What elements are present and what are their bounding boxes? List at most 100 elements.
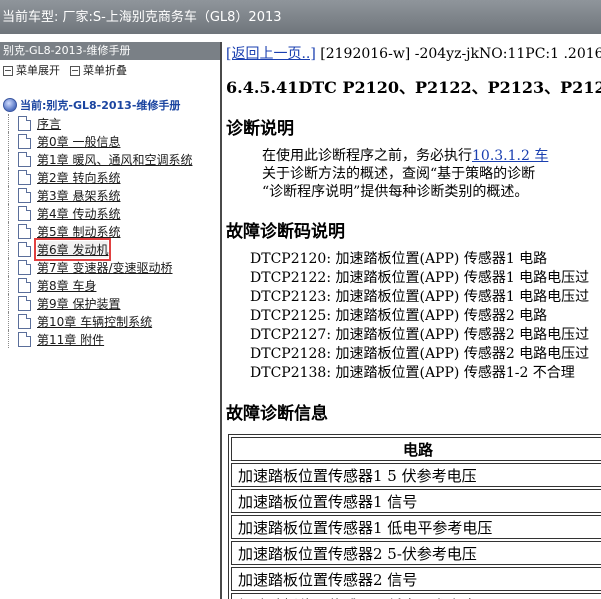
circuit-table: 电路 加速踏板位置传感器1 5 伏参考电压 加速踏板位置传感器1 信号 加速踏板位置… xyxy=(228,434,601,599)
tree-item-label[interactable]: 第7章 变速器/变速驱动桥 xyxy=(37,259,173,276)
document-icon xyxy=(18,205,31,221)
diagnostic-description: 在使用此诊断程序之前，务必执行10.3.1.2 车 关于诊断方法的概述，查阅“基… xyxy=(224,147,601,201)
tree-line xyxy=(8,222,10,240)
tree-line xyxy=(8,150,10,168)
para-line1-text: 在使用此诊断程序之前，务必执行 xyxy=(262,148,472,164)
document-icon xyxy=(18,133,31,149)
tree-line xyxy=(8,204,10,222)
menu-expand-button[interactable]: 菜单展开 xyxy=(3,60,60,82)
tree-item[interactable]: 第3章 悬架系统 xyxy=(0,186,220,204)
vehicle-title: 当前车型: 厂家:S-上海别克商务车（GL8）2013 xyxy=(2,10,282,25)
table-cell-circuit: 加速踏板位置传感器2 低电平参考电压 xyxy=(231,593,601,599)
table-header-circuit: 电路 xyxy=(231,437,601,461)
tree-line xyxy=(8,132,10,150)
collapse-icon xyxy=(70,66,80,76)
tree-item-label[interactable]: 第1章 暖风、通风和空调系统 xyxy=(37,151,192,168)
manual-tree: 当前:别克-GL8-2013-维修手册 序言 第0章 一般信息 第1章 暖风、通风和… xyxy=(0,96,220,348)
tree-item-label[interactable]: 第3章 悬架系统 xyxy=(37,187,120,204)
section-dtc-description: 故障诊断码说明 xyxy=(226,222,345,242)
tree-line xyxy=(8,276,10,294)
tree-item[interactable]: 第11章 附件 xyxy=(0,330,220,348)
tree-item[interactable]: 第1章 暖风、通风和空调系统 xyxy=(0,150,220,168)
document-icon xyxy=(18,295,31,311)
tree-item-label[interactable]: 第4章 传动系统 xyxy=(37,205,120,222)
para-line2: 关于诊断方法的概述，查阅“基于策略的诊断 xyxy=(262,166,536,182)
tree-item-label[interactable]: 第8章 车身 xyxy=(37,277,96,294)
tree-item-label[interactable]: 第9章 保护装置 xyxy=(37,295,120,312)
para-line3: “诊断程序说明”提供每种诊断类别的概述。 xyxy=(262,184,529,200)
document-icon xyxy=(18,241,31,257)
dtc-item: DTCP2138: 加速踏板位置(APP) 传感器1-2 不合理 xyxy=(250,365,575,381)
dtc-item: DTCP2128: 加速踏板位置(APP) 传感器2 电路电压过 xyxy=(250,346,590,362)
document-icon xyxy=(18,259,31,275)
document-icon xyxy=(18,115,31,131)
content-pane: [返回上一页..] [2192016-w] -204yz-jkNO:11PC:1… xyxy=(224,42,601,599)
table-cell-circuit: 加速踏板位置传感器1 5 伏参考电压 xyxy=(231,463,601,487)
sidebar: 别克-GL8-2013-维修手册 菜单展开 菜单折叠 当前:别克-GL8-201… xyxy=(0,42,222,599)
table-row: 加速踏板位置传感器1 信号 xyxy=(231,489,601,513)
document-icon xyxy=(18,277,31,293)
tree-line xyxy=(8,240,10,258)
tree-item[interactable]: 序言 xyxy=(0,114,220,132)
doc-meta: [2192016-w] -204yz-jkNO:11PC:1 .20165 xyxy=(315,46,601,62)
tree-root[interactable]: 当前:别克-GL8-2013-维修手册 xyxy=(0,96,220,114)
tree-item-label[interactable]: 第5章 制动系统 xyxy=(37,223,120,240)
tree-item-label[interactable]: 第0章 一般信息 xyxy=(37,133,120,150)
table-cell-circuit: 加速踏板位置传感器2 5-伏参考电压 xyxy=(231,541,601,565)
dtc-item: DTCP2123: 加速踏板位置(APP) 传感器1 电路电压过 xyxy=(250,289,590,305)
dtc-item: DTCP2125: 加速踏板位置(APP) 传感器2 电路 xyxy=(250,308,548,324)
table-row: 加速踏板位置传感器1 低电平参考电压 xyxy=(231,515,601,539)
expand-icon xyxy=(3,66,13,76)
page-title: 6.4.5.41DTC P2120、P2122、P2123、P2125、 xyxy=(226,78,601,97)
tree-item[interactable]: 第7章 变速器/变速驱动桥 xyxy=(0,258,220,276)
tree-line xyxy=(8,114,10,132)
tree-line xyxy=(8,294,10,312)
document-icon xyxy=(18,169,31,185)
tree-item[interactable]: 第8章 车身 xyxy=(0,276,220,294)
tree-item[interactable]: 第0章 一般信息 xyxy=(0,132,220,150)
document-icon xyxy=(18,151,31,167)
tree-item[interactable]: 第9章 保护装置 xyxy=(0,294,220,312)
tree-item-label[interactable]: 第2章 转向系统 xyxy=(37,169,120,186)
menu-collapse-button[interactable]: 菜单折叠 xyxy=(70,60,127,82)
table-cell-circuit: 加速踏板位置传感器2 信号 xyxy=(231,567,601,591)
dtc-item: DTCP2120: 加速踏板位置(APP) 传感器1 电路 xyxy=(250,251,548,267)
tree-item[interactable]: 第6章 发动机 xyxy=(0,237,220,261)
globe-icon xyxy=(3,98,17,112)
document-icon xyxy=(18,313,31,329)
title-bar: 当前车型: 厂家:S-上海别克商务车（GL8）2013 xyxy=(0,0,601,34)
document-icon xyxy=(18,223,31,239)
table-cell-circuit: 加速踏板位置传感器1 低电平参考电压 xyxy=(231,515,601,539)
section-diagnostic-description: 诊断说明 xyxy=(226,119,294,139)
tree-item[interactable]: 第5章 制动系统 xyxy=(0,222,220,240)
document-icon xyxy=(18,187,31,203)
dtc-item: DTCP2127: 加速踏板位置(APP) 传感器2 电路电压过 xyxy=(250,327,590,343)
procedure-link[interactable]: 10.3.1.2 车 xyxy=(472,148,548,164)
tree-root-label: 当前:别克-GL8-2013-维修手册 xyxy=(20,99,181,112)
tree-line xyxy=(8,330,10,348)
table-cell-circuit: 加速踏板位置传感器1 信号 xyxy=(231,489,601,513)
tree-line xyxy=(8,168,10,186)
tree-line xyxy=(8,258,10,276)
dtc-item: DTCP2122: 加速踏板位置(APP) 传感器1 电路电压过 xyxy=(250,270,590,286)
tree-item-label[interactable]: 第11章 附件 xyxy=(37,331,104,348)
table-row: 加速踏板位置传感器2 信号 xyxy=(231,567,601,591)
menu-expand-label: 菜单展开 xyxy=(16,64,60,77)
tree-item-label[interactable]: 第6章 发动机 xyxy=(33,237,112,261)
sidebar-header: 别克-GL8-2013-维修手册 xyxy=(0,42,220,60)
sidebar-toolbar: 菜单展开 菜单折叠 xyxy=(0,60,220,82)
tree-item[interactable]: 第4章 传动系统 xyxy=(0,204,220,222)
section-diagnostic-info: 故障诊断信息 xyxy=(226,404,328,424)
tree-item-label[interactable]: 第10章 车辆控制系统 xyxy=(37,313,152,330)
doc-topline: [返回上一页..] [2192016-w] -204yz-jkNO:11PC:1… xyxy=(224,42,601,63)
table-row: 加速踏板位置传感器2 低电平参考电压 xyxy=(231,593,601,599)
table-row: 加速踏板位置传感器2 5-伏参考电压 xyxy=(231,541,601,565)
document-icon xyxy=(18,331,31,347)
table-row: 加速踏板位置传感器1 5 伏参考电压 xyxy=(231,463,601,487)
tree-line xyxy=(8,186,10,204)
tree-item[interactable]: 第10章 车辆控制系统 xyxy=(0,312,220,330)
back-link[interactable]: [返回上一页..] xyxy=(226,46,316,62)
tree-item-label[interactable]: 序言 xyxy=(37,115,61,132)
tree-line xyxy=(8,312,10,330)
tree-item[interactable]: 第2章 转向系统 xyxy=(0,168,220,186)
